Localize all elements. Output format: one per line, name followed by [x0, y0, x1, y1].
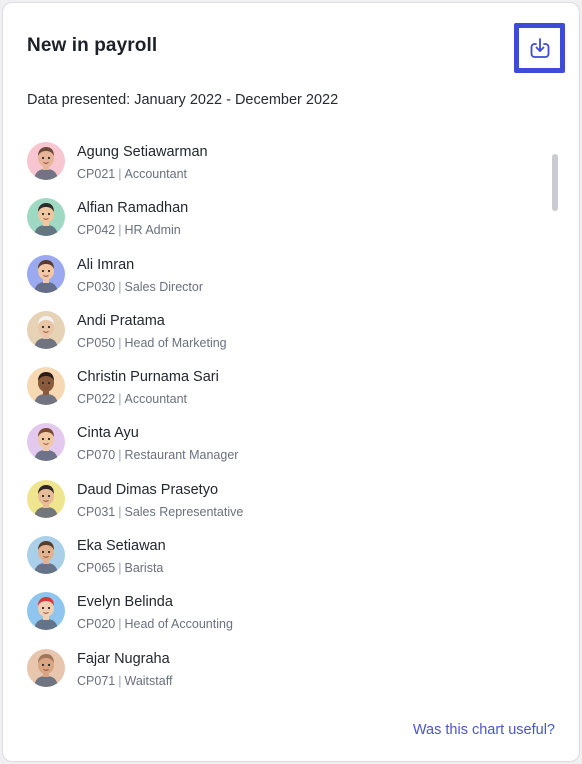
avatar	[27, 479, 65, 518]
employee-name: Andi Pratama	[77, 312, 165, 329]
employee-code: CP042	[77, 223, 116, 238]
employee-meta: CP021 | Accountant	[77, 167, 187, 181]
employee-code: CP071	[77, 673, 116, 688]
list-item[interactable]: Ali Imran CP030 | Sales Director	[27, 246, 527, 302]
employee-code: CP022	[77, 392, 116, 407]
meta-separator: |	[118, 673, 122, 688]
employee-role: HR Admin	[124, 223, 181, 238]
employee-meta: CP065 | Barista	[77, 561, 163, 575]
employee-role: Accountant	[124, 392, 188, 407]
meta-separator: |	[118, 279, 122, 294]
employee-name: Alfian Ramadhan	[77, 200, 189, 217]
list-scrollbar[interactable]	[552, 154, 558, 211]
employee-name: Cinta Ayu	[77, 425, 139, 442]
download-icon	[530, 38, 549, 58]
employee-code: CP065	[77, 561, 116, 576]
meta-separator: |	[118, 167, 122, 181]
meta-separator: |	[118, 448, 122, 463]
meta-separator: |	[118, 561, 122, 576]
list-item[interactable]: Fajar Nugraha CP071 | Waitstaff	[27, 640, 527, 696]
date-range-subtitle: Data presented: January 2022 - December …	[27, 92, 339, 108]
card-title: New in payroll	[27, 35, 158, 56]
employee-code: CP021	[77, 167, 116, 181]
employee-meta: CP022 | Accountant	[77, 392, 187, 406]
employee-list[interactable]: Agung Setiawarman CP021 | Accountant Alfian …	[27, 133, 527, 696]
employee-meta: CP050 | Head of Marketing	[77, 336, 227, 350]
meta-separator: |	[118, 223, 122, 238]
employee-code: CP031	[77, 504, 116, 519]
employee-name: Eka Setiawan	[77, 538, 166, 555]
employee-meta: CP031 | Sales Representative	[77, 505, 243, 519]
employee-code: CP030	[77, 279, 116, 294]
employee-name: Christin Purnama Sari	[77, 369, 219, 386]
avatar	[27, 198, 65, 237]
employee-role: Head of Marketing	[124, 335, 227, 350]
list-item[interactable]: Cinta Ayu CP070 | Restaurant Manager	[27, 414, 527, 470]
list-item[interactable]: Daud Dimas Prasetyo CP031 | Sales Represent…	[27, 471, 527, 527]
employee-role: Sales Representative	[124, 504, 244, 519]
employee-code: CP020	[77, 617, 116, 632]
employee-meta: CP071 | Waitstaff	[77, 674, 172, 688]
avatar	[27, 142, 65, 180]
employee-meta: CP030 | Sales Director	[77, 280, 203, 294]
avatar	[27, 254, 65, 293]
employee-meta: CP020 | Head of Accounting	[77, 617, 233, 631]
employee-role: Waitstaff	[124, 673, 173, 688]
chart-feedback-link[interactable]: Was this chart useful?	[413, 722, 555, 738]
employee-meta: CP070 | Restaurant Manager	[77, 448, 238, 462]
avatar	[27, 648, 65, 687]
avatar	[27, 367, 65, 406]
employee-code: CP070	[77, 448, 116, 463]
employee-name: Evelyn Belinda	[77, 594, 173, 611]
list-item[interactable]: Christin Purnama Sari CP022 | Accountant	[27, 358, 527, 414]
employee-name: Fajar Nugraha	[77, 650, 170, 667]
download-button[interactable]	[514, 23, 565, 73]
list-item[interactable]: Evelyn Belinda CP020 | Head of Accounting	[27, 583, 527, 639]
employee-name: Daud Dimas Prasetyo	[77, 481, 219, 498]
employee-role: Head of Accounting	[124, 617, 233, 632]
employee-name: Ali Imran	[77, 256, 135, 273]
meta-separator: |	[118, 392, 122, 407]
avatar	[27, 310, 65, 349]
list-item[interactable]: Andi Pratama CP050 | Head of Marketing	[27, 302, 527, 358]
employee-meta: CP042 | HR Admin	[77, 223, 181, 237]
employee-role: Accountant	[124, 167, 188, 181]
list-item[interactable]: Alfian Ramadhan CP042 | HR Admin	[27, 189, 527, 245]
meta-separator: |	[118, 504, 122, 519]
meta-separator: |	[118, 617, 122, 632]
list-item[interactable]: Agung Setiawarman CP021 | Accountant	[27, 133, 527, 189]
employee-code: CP050	[77, 335, 116, 350]
new-in-payroll-card: New in payroll Data presented: January 2…	[2, 2, 580, 762]
employee-name: Agung Setiawarman	[77, 144, 208, 160]
avatar	[27, 536, 65, 575]
avatar	[27, 592, 65, 631]
list-item[interactable]: Eka Setiawan CP065 | Barista	[27, 527, 527, 583]
employee-role: Barista	[124, 561, 164, 576]
meta-separator: |	[118, 335, 122, 350]
employee-role: Restaurant Manager	[124, 448, 239, 463]
avatar	[27, 423, 65, 462]
employee-role: Sales Director	[124, 279, 203, 294]
